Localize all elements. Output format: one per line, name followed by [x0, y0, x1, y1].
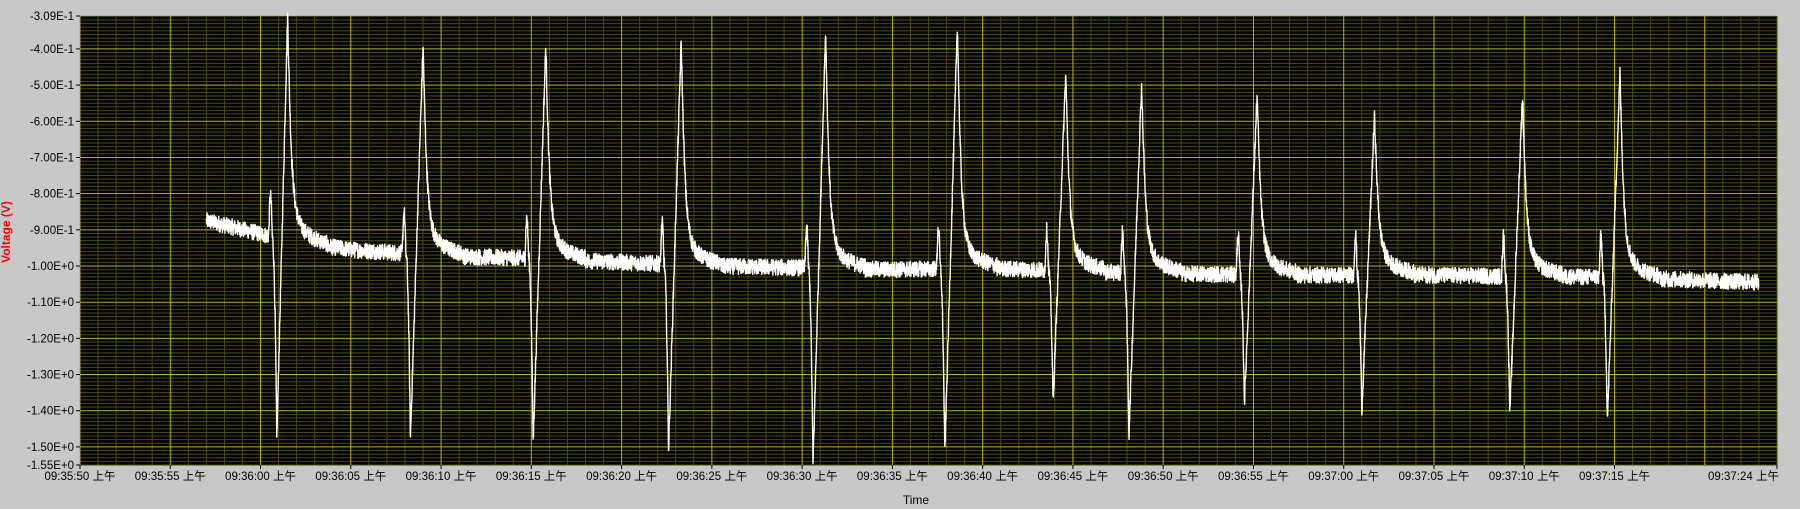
x-axis: 09:35:50 上午 09:35:55 上午 09:36:00 上午 09:36:0… [45, 465, 1779, 483]
y-axis: -3.09E-1 -4.00E-1 -5.00E-1 -6.00E-1 -7.00E-1… [27, 11, 80, 472]
y-tick-label: -8.00E-1 [30, 189, 74, 201]
x-tick-label: 09:36:20 上午 [586, 470, 657, 483]
y-tick-label: -1.40E+0 [27, 406, 74, 418]
y-axis-label: Voltage (V) [0, 201, 13, 263]
x-tick-label: 09:36:10 上午 [406, 470, 477, 483]
x-tick-label: 09:36:30 上午 [767, 470, 838, 483]
x-tick-label: 09:36:45 上午 [1037, 470, 1108, 483]
x-tick-label: 09:35:55 上午 [135, 470, 206, 483]
y-tick-label: -9.00E-1 [30, 225, 74, 237]
x-tick-label: 09:36:40 上午 [947, 470, 1018, 483]
chart-window: -3.09E-1 -4.00E-1 -5.00E-1 -6.00E-1 -7.00E-1… [0, 0, 1800, 507]
y-tick-label: -6.00E-1 [30, 116, 74, 128]
y-tick-label: -3.09E-1 [30, 11, 74, 23]
x-tick-label: 09:36:55 上午 [1218, 470, 1289, 483]
voltage-time-chart: -3.09E-1 -4.00E-1 -5.00E-1 -6.00E-1 -7.00E-1… [0, 11, 1779, 507]
x-tick-label: 09:37:24 上午 [1708, 470, 1779, 483]
y-tick-label: -1.10E+0 [27, 297, 74, 309]
y-tick-label: -7.00E-1 [30, 152, 74, 164]
y-tick-label: -5.00E-1 [30, 80, 74, 92]
x-tick-label: 09:36:35 上午 [857, 470, 928, 483]
x-axis-label: Time [903, 493, 930, 504]
x-tick-label: 09:36:15 上午 [496, 470, 567, 483]
y-tick-label: -4.00E-1 [30, 44, 74, 56]
y-tick-label: -1.20E+0 [27, 333, 74, 345]
x-tick-label: 09:36:05 上午 [315, 470, 386, 483]
y-tick-label: -1.50E+0 [27, 442, 74, 454]
x-tick-label: 09:36:50 上午 [1128, 470, 1199, 483]
x-tick-label: 09:36:00 上午 [225, 470, 296, 483]
y-tick-label: -1.00E+0 [27, 261, 74, 273]
x-tick-label: 09:36:25 上午 [676, 470, 747, 483]
x-tick-label: 09:35:50 上午 [45, 470, 116, 483]
x-tick-label: 09:37:00 上午 [1308, 470, 1379, 483]
x-tick-label: 09:37:15 上午 [1579, 470, 1650, 483]
x-tick-label: 09:37:10 上午 [1489, 470, 1560, 483]
x-tick-label: 09:37:05 上午 [1399, 470, 1470, 483]
y-tick-label: -1.30E+0 [27, 370, 74, 382]
